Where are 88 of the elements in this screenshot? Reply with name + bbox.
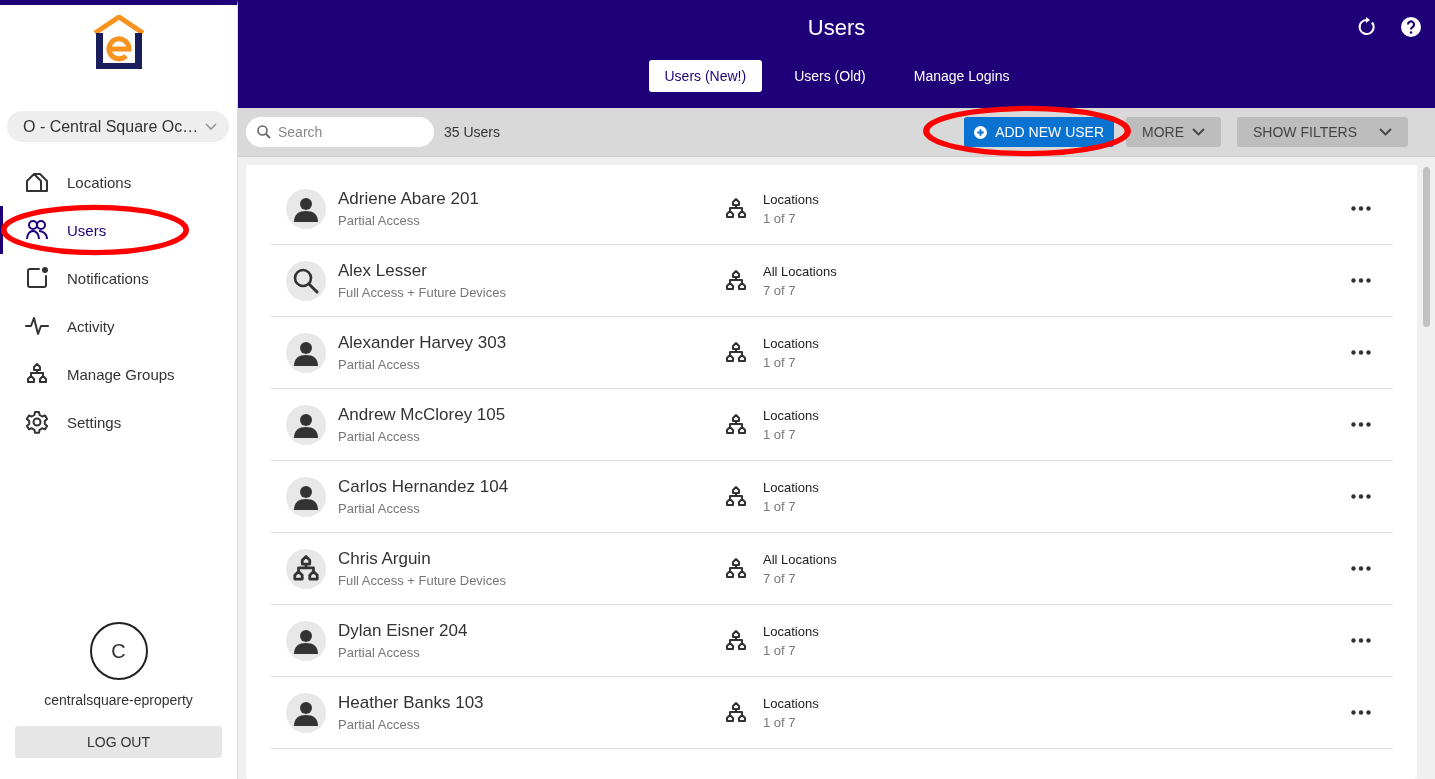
person-icon bbox=[286, 188, 326, 229]
location-scope: Locations bbox=[763, 191, 820, 207]
location-count: 7 of 7 bbox=[763, 570, 797, 586]
person-icon bbox=[286, 620, 326, 661]
more-options-icon[interactable] bbox=[1351, 278, 1371, 283]
show-filters-button[interactable]: SHOW FILTERS bbox=[1237, 117, 1408, 147]
hierarchy-icon bbox=[286, 548, 326, 589]
account-name: centralsquare-eproperty bbox=[44, 692, 193, 708]
access-level: Partial Access bbox=[338, 213, 421, 228]
user-name: Carlos Hernandez 104 bbox=[338, 477, 510, 497]
more-options-icon[interactable] bbox=[1351, 422, 1371, 427]
sidebar-item[interactable]: Activity bbox=[0, 302, 237, 350]
users-icon bbox=[25, 218, 49, 242]
account-avatar: C bbox=[89, 622, 148, 680]
access-level: Partial Access bbox=[338, 717, 421, 732]
person-icon bbox=[286, 692, 326, 733]
more-options-icon[interactable] bbox=[1351, 638, 1371, 643]
access-level: Full Access + Future Devices bbox=[338, 285, 507, 300]
more-options-icon[interactable] bbox=[1351, 494, 1371, 499]
help-icon[interactable] bbox=[1401, 17, 1421, 37]
location-scope: Locations bbox=[763, 623, 820, 639]
add-new-user-button[interactable]: ADD NEW USER bbox=[964, 117, 1115, 147]
access-level: Partial Access bbox=[338, 357, 421, 372]
person-icon bbox=[286, 476, 326, 517]
location-count: 1 of 7 bbox=[763, 642, 797, 658]
more-options-icon[interactable] bbox=[1351, 350, 1371, 355]
hierarchy-icon bbox=[25, 362, 49, 386]
location-count: 1 of 7 bbox=[763, 354, 797, 370]
sidebar-item[interactable]: Manage Groups bbox=[0, 350, 237, 398]
tab[interactable]: Users (Old) bbox=[778, 60, 882, 92]
search-field[interactable]: Search bbox=[246, 117, 434, 147]
search-icon bbox=[286, 260, 326, 301]
notification-icon bbox=[25, 266, 49, 290]
user-name: Chris Arguin bbox=[338, 549, 432, 569]
location-count: 1 of 7 bbox=[763, 498, 797, 514]
scrollbar-thumb[interactable] bbox=[1422, 167, 1430, 327]
location-scope: All Locations bbox=[763, 551, 838, 567]
site-selector[interactable]: O - Central Square Oc… bbox=[7, 111, 229, 142]
hierarchy-icon bbox=[724, 628, 748, 653]
more-options-icon[interactable] bbox=[1351, 566, 1371, 571]
logout-button[interactable]: LOG OUT bbox=[15, 726, 222, 758]
user-name: Alex Lesser bbox=[338, 261, 428, 281]
location-scope: Locations bbox=[763, 407, 820, 423]
user-name: Adriene Abare 201 bbox=[338, 189, 480, 209]
access-level: Partial Access bbox=[338, 501, 421, 516]
activity-icon bbox=[25, 314, 49, 338]
location-scope: All Locations bbox=[763, 263, 838, 279]
tab[interactable]: Users (New!) bbox=[648, 60, 763, 92]
search-icon bbox=[257, 125, 271, 139]
refresh-icon[interactable] bbox=[1357, 17, 1377, 37]
settings-icon bbox=[25, 410, 49, 434]
more-button[interactable]: MORE bbox=[1126, 117, 1222, 147]
house-icon bbox=[25, 170, 49, 194]
location-scope: Locations bbox=[763, 335, 820, 351]
location-scope: Locations bbox=[763, 479, 820, 495]
hierarchy-icon bbox=[724, 700, 748, 725]
person-icon bbox=[286, 404, 326, 445]
sidebar-item[interactable]: Settings bbox=[0, 398, 237, 446]
sidebar-item[interactable]: Notifications bbox=[0, 254, 237, 302]
user-name: Dylan Eisner 204 bbox=[338, 621, 469, 641]
page-title: Users bbox=[807, 15, 866, 41]
location-count: 1 of 7 bbox=[763, 210, 797, 226]
hierarchy-icon bbox=[724, 412, 748, 437]
chevron-down-icon bbox=[205, 122, 217, 131]
hierarchy-icon bbox=[724, 268, 748, 293]
user-name: Heather Banks 103 bbox=[338, 693, 485, 713]
access-level: Full Access + Future Devices bbox=[338, 573, 507, 588]
tab[interactable]: Manage Logins bbox=[897, 60, 1026, 92]
plus-circle-icon bbox=[974, 125, 988, 139]
user-count: 35 Users bbox=[444, 124, 501, 140]
hierarchy-icon bbox=[724, 556, 748, 581]
more-options-icon[interactable] bbox=[1351, 710, 1371, 715]
location-count: 1 of 7 bbox=[763, 714, 797, 730]
location-count: 1 of 7 bbox=[763, 426, 797, 442]
user-name: Alexander Harvey 303 bbox=[338, 333, 508, 353]
hierarchy-icon bbox=[724, 340, 748, 365]
location-count: 7 of 7 bbox=[763, 282, 797, 298]
hierarchy-icon bbox=[724, 196, 748, 221]
more-options-icon[interactable] bbox=[1351, 206, 1371, 211]
hierarchy-icon bbox=[724, 484, 748, 509]
chevron-down-icon bbox=[1192, 128, 1206, 136]
person-icon bbox=[286, 332, 326, 373]
user-name: Andrew McClorey 105 bbox=[338, 405, 507, 425]
sidebar-item[interactable]: Locations bbox=[0, 158, 237, 206]
access-level: Partial Access bbox=[338, 429, 421, 444]
chevron-down-icon bbox=[1379, 128, 1392, 136]
access-level: Partial Access bbox=[338, 645, 421, 660]
location-scope: Locations bbox=[763, 695, 820, 711]
